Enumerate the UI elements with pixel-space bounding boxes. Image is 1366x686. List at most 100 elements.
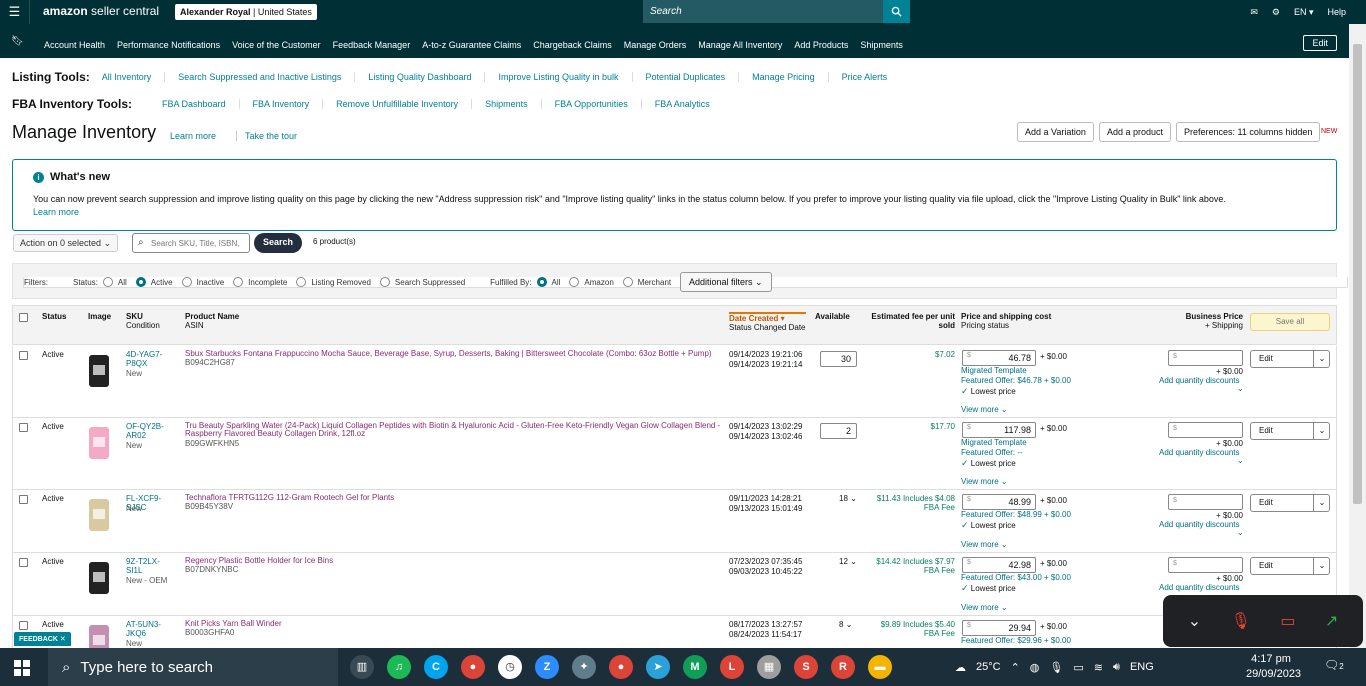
radio-status-incomplete[interactable] <box>233 277 244 287</box>
price-input[interactable]: $42.98 <box>962 557 1036 573</box>
nav-item-performance-notifications[interactable]: Performance Notifications <box>117 40 220 50</box>
fba_tools-link-fba-dashboard[interactable]: FBA Dashboard <box>162 99 239 109</box>
listing_tools-link-potential-duplicates[interactable]: Potential Duplicates <box>631 72 739 82</box>
zoom-icon[interactable]: Z <box>535 655 559 679</box>
popout-icon[interactable]: ↗ <box>1325 611 1338 631</box>
row-featured-offer[interactable]: Featured Offer: -- <box>961 448 1023 457</box>
row-sku[interactable]: OF-QY2B-AR02 <box>126 422 168 440</box>
quantity-discounts-link[interactable]: Add quantity discounts <box>1159 520 1240 529</box>
nav-edit-button[interactable]: Edit <box>1303 35 1337 51</box>
chevron-up-icon[interactable]: ⌃ <box>1011 661 1020 674</box>
product-image[interactable] <box>79 495 119 535</box>
language-indicator[interactable]: ENG <box>1130 661 1154 673</box>
nav-item-add-products[interactable]: Add Products <box>794 40 848 50</box>
row-sku[interactable]: 4D-YAG7-P8QX <box>126 350 168 368</box>
camera-off-icon[interactable]: ▭ <box>1280 611 1295 631</box>
radio-status-search-suppressed[interactable] <box>379 277 390 287</box>
price-input[interactable]: $46.78 <box>962 350 1036 366</box>
col-price[interactable]: Price and shipping cost Pricing status <box>961 312 1051 330</box>
battery-icon[interactable]: ▭ <box>1073 661 1083 674</box>
listing_tools-link-manage-pricing[interactable]: Manage Pricing <box>738 72 828 82</box>
chrome-icon[interactable]: ● <box>461 655 485 679</box>
price-input[interactable]: $117.98 <box>962 422 1036 438</box>
sku-search-input[interactable]: ⌕ Search SKU, Title, ISBN, <box>132 233 250 253</box>
nav-item-chargeback-claims[interactable]: Chargeback Claims <box>533 40 612 50</box>
row-checkbox[interactable] <box>19 621 28 630</box>
mail-icon[interactable]: ✉ <box>1250 7 1258 18</box>
available-quantity[interactable]: 12 ⌄ <box>839 557 857 566</box>
logo[interactable]: amazon seller central <box>43 4 159 18</box>
radio-status-active[interactable] <box>135 277 146 287</box>
available-quantity[interactable]: 18 ⌄ <box>839 494 857 503</box>
add-variation-button[interactable]: Add a Variation <box>1017 122 1094 142</box>
calculator-icon[interactable]: ▦ <box>757 655 781 679</box>
feedback-tab[interactable]: FEEDBACK ✕ <box>14 632 71 646</box>
chevron-down-icon[interactable]: ⌄ <box>1313 495 1330 511</box>
row-sku[interactable]: 9Z-T2LX-SI1L <box>126 557 168 575</box>
radio-fulfilled-merchant[interactable] <box>622 277 633 287</box>
business-price-input[interactable]: $ <box>1168 350 1243 366</box>
folder-icon[interactable]: ▬ <box>868 655 892 679</box>
clock-app-icon[interactable]: ◷ <box>498 655 522 679</box>
product-image[interactable] <box>79 423 119 463</box>
price-input[interactable]: $29.94 <box>962 620 1036 636</box>
quantity-discounts-link[interactable]: Add quantity discounts <box>1159 448 1240 457</box>
volume-icon[interactable]: 🔊︎ <box>1113 661 1120 674</box>
row-checkbox[interactable] <box>19 558 28 567</box>
fba_tools-link-remove-unfulfillable-inventory[interactable]: Remove Unfulfillable Inventory <box>322 99 471 109</box>
radio-status-listing-removed[interactable] <box>296 277 307 287</box>
preferences-button[interactable]: Preferences: 11 columns hidden <box>1176 122 1321 142</box>
language-select[interactable]: EN ▾ <box>1294 7 1314 18</box>
menu-icon[interactable]: ☰ <box>0 0 30 24</box>
available-quantity-input[interactable]: 2 <box>820 423 857 439</box>
col-business-price[interactable]: Business Price + Shipping <box>1173 312 1243 330</box>
col-product-name[interactable]: Product Name ASIN <box>185 312 239 330</box>
bulk-action-dropdown[interactable]: Action on 0 selected ⌄ <box>13 234 119 252</box>
chrome-icon[interactable]: M <box>683 655 707 679</box>
telegram-icon[interactable]: ➤ <box>646 655 670 679</box>
scrollbar[interactable] <box>1349 24 1366 648</box>
edit-dropdown[interactable]: Edit⌄ <box>1250 494 1330 512</box>
available-quantity[interactable]: 8 ⌄ <box>839 620 852 629</box>
fba_tools-link-fba-opportunities[interactable]: FBA Opportunities <box>540 99 641 109</box>
view-more-link[interactable]: View more ⌄ <box>961 405 1008 414</box>
app-icon[interactable]: ✦ <box>572 655 596 679</box>
row-product-name[interactable]: Knit Picks Yarn Ball Winder <box>185 620 721 628</box>
mic-off-icon[interactable]: 🎙︎ <box>1231 611 1251 631</box>
quantity-discounts-link[interactable]: Add quantity discounts <box>1159 376 1240 385</box>
row-featured-offer[interactable]: Featured Offer: $48.99 + $0.00 <box>961 510 1071 519</box>
row-template[interactable]: Migrated Template <box>961 366 1027 375</box>
account-switcher[interactable]: Alexander Royal | United States <box>175 4 317 20</box>
chevron-down-icon[interactable]: ⌄ <box>1313 558 1330 574</box>
chrome-icon[interactable]: S <box>794 655 818 679</box>
spotify-icon[interactable]: ♫ <box>387 655 411 679</box>
nav-item-account-health[interactable]: Account Health <box>44 40 105 50</box>
row-featured-offer[interactable]: Featured Offer: $43.00 + $0.00 <box>961 573 1071 582</box>
temperature[interactable]: 25°C <box>976 661 1001 673</box>
row-checkbox[interactable] <box>19 423 28 432</box>
listing_tools-link-search-suppressed-and-inactive-listings[interactable]: Search Suppressed and Inactive Listings <box>164 72 354 82</box>
chevron-down-icon[interactable]: ⌄ <box>1313 351 1330 367</box>
row-checkbox[interactable] <box>19 495 28 504</box>
chevron-down-icon[interactable]: ⌄ <box>1313 423 1330 439</box>
app-c-icon[interactable]: C <box>424 655 448 679</box>
edit-dropdown[interactable]: Edit⌄ <box>1250 350 1330 368</box>
edit-dropdown[interactable]: Edit⌄ <box>1250 422 1330 440</box>
learn-more-link[interactable]: Learn more <box>170 131 216 141</box>
select-all-checkbox[interactable] <box>19 313 28 322</box>
radio-status-all[interactable] <box>102 277 113 287</box>
weather-icon[interactable]: ☁ <box>955 661 966 674</box>
radio-status-inactive[interactable] <box>181 277 192 287</box>
row-product-name[interactable]: Tru Beauty Sparkling Water (24-Pack) Liq… <box>185 422 721 438</box>
view-more-link[interactable]: View more ⌄ <box>961 540 1008 549</box>
chevron-down-icon[interactable]: ⌄ <box>1188 611 1201 631</box>
notifications-icon[interactable]: 🗨︎2 <box>1324 658 1344 672</box>
clock[interactable]: 4:17 pm 29/09/2023 <box>1246 652 1301 682</box>
fba_tools-link-shipments[interactable]: Shipments <box>471 99 541 109</box>
col-sku[interactable]: SKU Condition <box>126 312 160 330</box>
nav-item-a-to-z-guarantee-claims[interactable]: A-to-z Guarantee Claims <box>422 40 521 50</box>
radio-fulfilled-all[interactable] <box>536 277 547 287</box>
chevron-down-icon[interactable]: ⌄ <box>1237 456 1244 465</box>
quantity-discounts-link[interactable]: Add quantity discounts <box>1159 583 1240 592</box>
global-search-input[interactable]: Search <box>643 0 883 23</box>
